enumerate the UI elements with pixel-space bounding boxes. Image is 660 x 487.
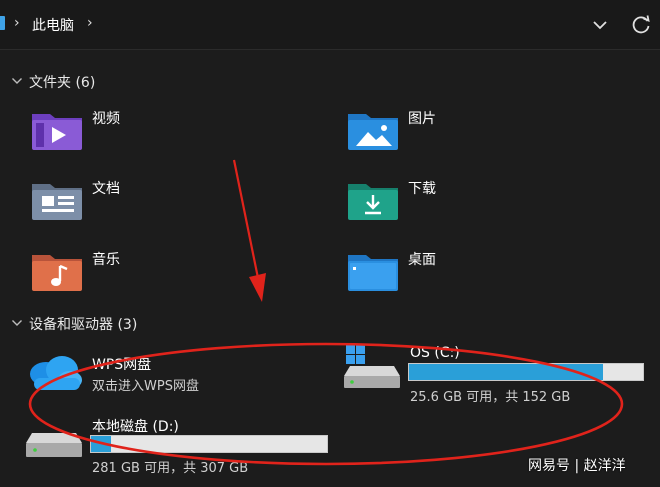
breadcrumb-this-pc[interactable]: 此电脑	[32, 15, 74, 35]
section-count: (6)	[75, 75, 96, 91]
chevron-right-icon[interactable]: ›	[87, 15, 93, 31]
drive-name: 本地磁盘 (D:)	[92, 419, 179, 435]
section-header-folders[interactable]: 文件夹 (6)	[10, 71, 210, 91]
documents-folder-icon	[32, 184, 82, 220]
collapse-chevron-icon[interactable]	[10, 74, 24, 88]
pictures-folder-icon	[348, 114, 398, 150]
videos-folder-icon	[32, 114, 82, 150]
drive-free-space: 281 GB 可用，共 307 GB	[92, 461, 249, 476]
desktop-folder-icon	[348, 255, 398, 291]
folder-documents[interactable]: 文档	[30, 178, 280, 238]
folder-music[interactable]: 音乐	[30, 249, 280, 309]
downloads-folder-icon	[348, 184, 398, 220]
section-header-devices[interactable]: 设备和驱动器 (3)	[10, 313, 230, 333]
address-bar[interactable]: › 此电脑 ›	[0, 0, 660, 50]
drive-wps-cloud[interactable]: WPS网盘 双击进入WPS网盘	[26, 348, 286, 398]
drive-name: WPS网盘	[92, 357, 152, 373]
chevron-right-icon[interactable]: ›	[14, 15, 20, 31]
drive-name: OS (C:)	[410, 345, 460, 361]
drive-d[interactable]: 本地磁盘 (D:) 281 GB 可用，共 307 GB	[26, 415, 336, 476]
drive-c[interactable]: OS (C:) 25.6 GB 可用，共 152 GB	[344, 344, 654, 405]
collapse-chevron-icon[interactable]	[10, 316, 24, 330]
section-title: 文件夹	[29, 75, 71, 91]
drive-usage-fill	[409, 364, 604, 380]
folder-label: 音乐	[92, 252, 120, 268]
folder-label: 图片	[408, 111, 436, 127]
local-drive-icon	[26, 433, 82, 457]
cloud-icon	[30, 356, 82, 390]
folder-pictures[interactable]: 图片	[346, 108, 596, 168]
folder-label: 文档	[92, 181, 120, 197]
folder-downloads[interactable]: 下载	[346, 178, 596, 238]
folder-desktop[interactable]: 桌面	[346, 249, 596, 309]
folder-label: 视频	[92, 111, 120, 127]
drive-free-space: 25.6 GB 可用，共 152 GB	[410, 390, 571, 405]
folder-label: 下载	[408, 181, 436, 197]
drive-usage-bar	[90, 435, 328, 453]
drive-usage-fill	[91, 436, 112, 452]
section-count: (3)	[117, 317, 138, 333]
system-drive-icon	[344, 345, 400, 388]
refresh-icon[interactable]	[628, 12, 654, 38]
folder-label: 桌面	[408, 252, 436, 268]
this-pc-icon	[0, 16, 5, 30]
chevron-down-icon[interactable]	[588, 13, 612, 37]
folder-videos[interactable]: 视频	[30, 108, 280, 168]
watermark: 网易号 | 赵洋洋	[528, 458, 626, 474]
drive-usage-bar	[408, 363, 644, 381]
music-folder-icon	[32, 255, 82, 291]
drive-subtitle: 双击进入WPS网盘	[92, 379, 199, 394]
section-title: 设备和驱动器	[29, 317, 113, 333]
